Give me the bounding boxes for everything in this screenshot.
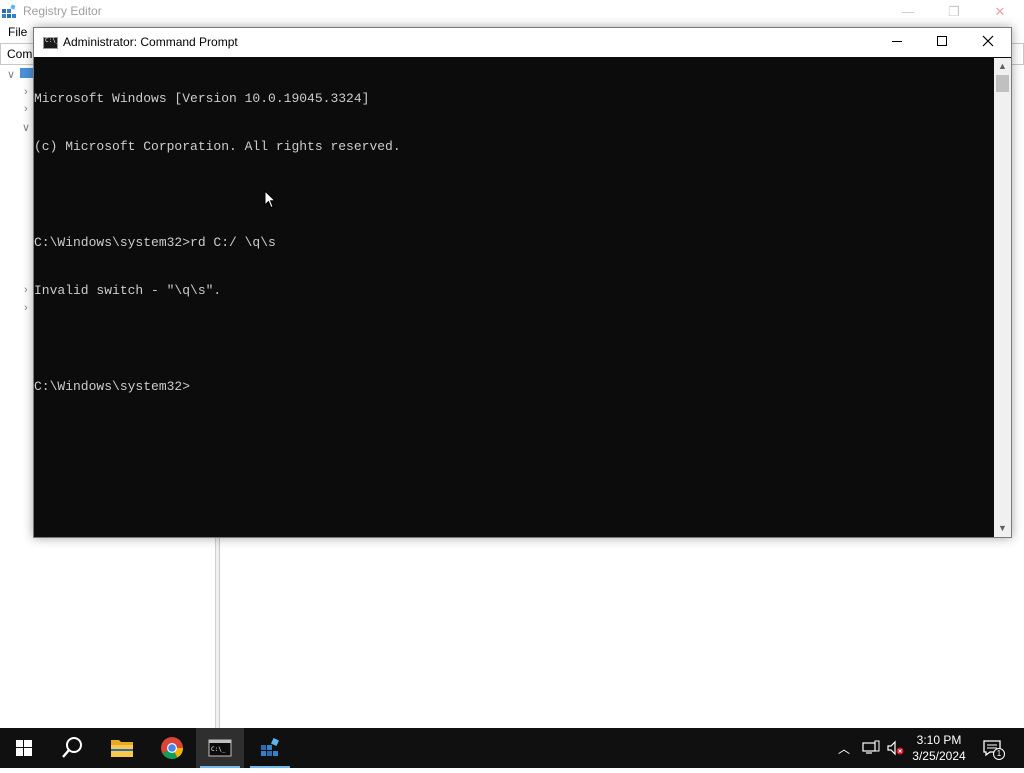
- search-icon: [62, 737, 82, 758]
- maximize-icon: [937, 36, 947, 46]
- console-line: (c) Microsoft Corporation. All rights re…: [34, 139, 401, 154]
- registry-editor-title: Registry Editor: [23, 4, 102, 18]
- chrome-button[interactable]: [148, 728, 196, 768]
- menu-file[interactable]: File: [8, 25, 27, 39]
- scroll-down-arrow-icon[interactable]: ▼: [994, 520, 1011, 537]
- minimize-icon: [892, 41, 902, 42]
- minimize-button[interactable]: [874, 28, 920, 57]
- registry-close-button[interactable]: ✕: [977, 0, 1023, 24]
- tree-expand-chevron-icon[interactable]: ∨: [22, 121, 30, 134]
- file-explorer-button[interactable]: [98, 728, 146, 768]
- taskbar: C:\_ ︿ 3:10 PM 3/25/2024 1: [0, 728, 1024, 768]
- command-prompt-button[interactable]: C:\_: [196, 728, 244, 768]
- chrome-icon: [161, 737, 183, 759]
- scroll-up-arrow-icon[interactable]: ▲: [994, 58, 1011, 75]
- start-button[interactable]: [0, 728, 48, 768]
- registry-editor-titlebar[interactable]: Registry Editor — ❐ ✕: [0, 0, 1024, 24]
- network-icon[interactable]: [862, 740, 880, 756]
- show-hidden-icons-chevron-icon[interactable]: ︿: [838, 740, 850, 757]
- clock-time[interactable]: 3:10 PM: [908, 732, 970, 748]
- registry-editor-button[interactable]: [246, 728, 294, 768]
- tree-collapse-chevron-icon[interactable]: ›: [24, 284, 28, 296]
- cmd-icon: C:\_: [208, 739, 232, 757]
- volume-muted-icon[interactable]: [886, 740, 904, 756]
- tree-collapse-chevron-icon[interactable]: ›: [24, 103, 28, 115]
- close-button[interactable]: [965, 28, 1011, 57]
- console-prompt-line: C:\Windows\system32>: [34, 379, 191, 394]
- registry-editor-icon: [2, 4, 16, 18]
- tree-collapse-chevron-icon[interactable]: ›: [24, 302, 28, 314]
- cmd-icon: C:\_: [43, 37, 59, 49]
- command-prompt-window: C:\_ Administrator: Command Prompt Micro…: [33, 27, 1012, 538]
- tree-expand-chevron-icon[interactable]: ∨: [7, 68, 15, 81]
- vertical-scrollbar[interactable]: ▲ ▼: [994, 58, 1011, 537]
- computer-icon: [20, 68, 34, 78]
- close-icon: [982, 35, 994, 47]
- notification-count-badge: 1: [993, 748, 1005, 760]
- console-line: C:\Windows\system32>rd C:/ \q\s: [34, 235, 276, 250]
- svg-text:C:\_: C:\_: [211, 746, 226, 753]
- tree-collapse-chevron-icon[interactable]: ›: [24, 86, 28, 98]
- registry-address-text: Com: [7, 47, 33, 61]
- console-line: Microsoft Windows [Version 10.0.19045.33…: [34, 91, 370, 106]
- clock-date[interactable]: 3/25/2024: [908, 748, 970, 764]
- scrollbar-thumb[interactable]: [996, 75, 1009, 92]
- maximize-button[interactable]: [919, 28, 965, 57]
- folder-icon: [111, 740, 133, 757]
- console-line: Invalid switch - "\q\s".: [34, 283, 222, 298]
- registry-maximize-button[interactable]: ❐: [931, 0, 977, 24]
- registry-minimize-button[interactable]: —: [885, 0, 931, 24]
- window-title: Administrator: Command Prompt: [63, 35, 238, 49]
- mouse-cursor-icon: [264, 190, 276, 209]
- console-output[interactable]: Microsoft Windows [Version 10.0.19045.33…: [34, 58, 994, 537]
- search-button[interactable]: [48, 728, 96, 768]
- command-prompt-titlebar[interactable]: C:\_ Administrator: Command Prompt: [34, 28, 1011, 57]
- windows-logo-icon: [16, 740, 32, 756]
- regedit-icon: [261, 738, 279, 756]
